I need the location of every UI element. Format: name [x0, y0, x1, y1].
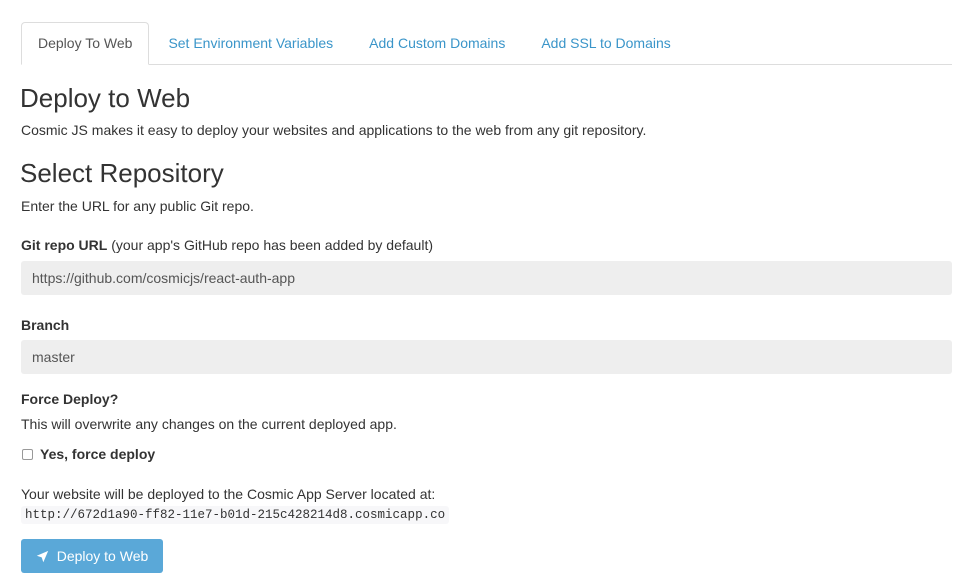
git-url-label: Git repo URL (your app's GitHub repo has… [21, 235, 433, 255]
git-url-note: (your app's GitHub repo has been added b… [107, 237, 434, 253]
force-deploy-checkbox-label[interactable]: Yes, force deploy [40, 446, 155, 462]
branch-input[interactable]: master [21, 340, 952, 374]
deploy-button[interactable]: Deploy to Web [21, 539, 163, 573]
force-deploy-option[interactable]: Yes, force deploy [21, 444, 155, 464]
repository-heading: Select Repository [20, 158, 224, 188]
tab-add-custom-domains[interactable]: Add Custom Domains [352, 22, 522, 64]
tab-bar: Deploy To Web Set Environment Variables … [21, 22, 952, 65]
deploy-target-url: http://672d1a90-ff82-11e7-b01d-215c42821… [21, 506, 450, 524]
force-deploy-description: This will overwrite any changes on the c… [21, 416, 397, 432]
tab-add-ssl-to-domains[interactable]: Add SSL to Domains [524, 22, 687, 64]
repository-description: Enter the URL for any public Git repo. [21, 198, 254, 214]
rocket-icon [36, 550, 48, 562]
tab-deploy-to-web[interactable]: Deploy To Web [21, 22, 150, 65]
branch-label: Branch [21, 317, 70, 333]
page-title: Deploy to Web [20, 83, 191, 113]
deploy-button-label[interactable]: Deploy to Web [57, 548, 149, 564]
git-url-label-text: Git repo URL [21, 237, 108, 253]
force-deploy-label: Force Deploy? [21, 391, 119, 407]
deploy-target-text: Your website will be deployed to the Cos… [21, 486, 436, 502]
tab-set-environment-variables[interactable]: Set Environment Variables [151, 22, 350, 64]
force-deploy-checkbox[interactable] [22, 448, 33, 460]
page-intro: Cosmic JS makes it easy to deploy your w… [21, 122, 647, 138]
git-url-input[interactable]: https://github.com/cosmicjs/react-auth-a… [21, 261, 952, 295]
